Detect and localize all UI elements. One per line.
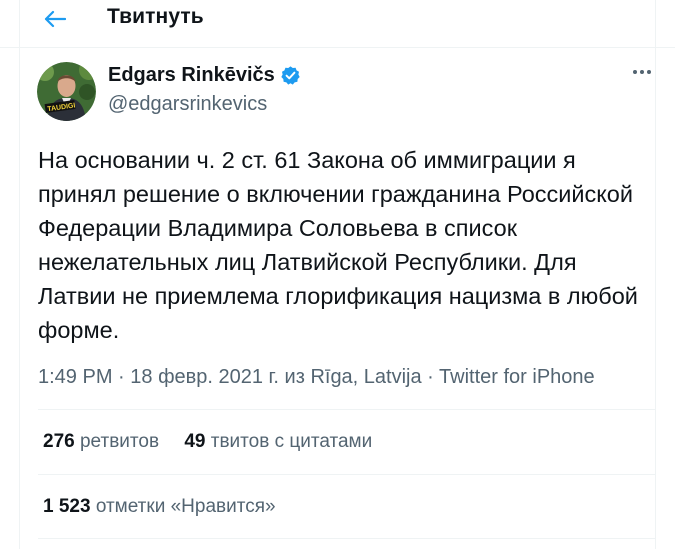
quotes-label: твитов с цитатами — [210, 431, 373, 452]
arrow-left-icon — [44, 10, 66, 28]
tweet-date-link[interactable]: 18 февр. 2021 г. — [130, 366, 279, 388]
likes-count: 1 523 — [43, 496, 91, 517]
column-border-left — [19, 0, 20, 549]
divider — [38, 409, 655, 410]
tweet-text: На основании ч. 2 ст. 61 Закона об иммиг… — [38, 147, 638, 343]
more-options-button[interactable] — [630, 62, 654, 82]
avatar[interactable]: TAUDIGI — [37, 62, 96, 121]
retweets-count: 276 — [43, 431, 75, 452]
back-button[interactable] — [36, 4, 74, 34]
tweet-page: Твитнуть TAUDIGI Edgars Rinkēvičs @edgar… — [0, 0, 675, 549]
likes-stat[interactable]: 1 523 отметки «Нравится» — [43, 496, 276, 517]
page-header: Твитнуть — [0, 0, 675, 48]
more-horizontal-icon — [633, 70, 651, 74]
retweet-stats-row: 276 ретвитов 49 твитов с цитатами — [43, 431, 372, 453]
avatar-image: TAUDIGI — [37, 62, 96, 121]
tweet-source-link[interactable]: Twitter for iPhone — [439, 366, 595, 388]
tweet-location-link[interactable]: Rīga, Latvija — [310, 366, 421, 388]
likes-label: отметки «Нравится» — [95, 496, 276, 517]
meta-separator: · — [112, 366, 131, 388]
author-handle[interactable]: @edgarsrinkevics — [108, 93, 267, 116]
verified-badge-icon — [280, 65, 301, 86]
retweets-stat[interactable]: 276 ретвитов — [43, 431, 159, 452]
author-name-text: Edgars Rinkēvičs — [108, 64, 275, 86]
quotes-count: 49 — [184, 431, 206, 452]
tweet-meta: 1:49 PM · 18 февр. 2021 г. из Rīga, Latv… — [38, 366, 595, 389]
retweets-label: ретвитов — [79, 431, 160, 452]
quotes-stat[interactable]: 49 твитов с цитатами — [184, 431, 372, 452]
divider — [38, 538, 655, 539]
location-prefix: из — [278, 366, 311, 388]
divider — [38, 474, 655, 475]
tweet-time-link[interactable]: 1:49 PM — [38, 366, 112, 388]
likes-stats-row: 1 523 отметки «Нравится» — [43, 496, 276, 518]
column-border-right — [655, 0, 656, 549]
meta-separator: · — [421, 366, 440, 388]
author-name[interactable]: Edgars Rinkēvičs — [108, 64, 301, 87]
page-title: Твитнуть — [107, 5, 204, 28]
